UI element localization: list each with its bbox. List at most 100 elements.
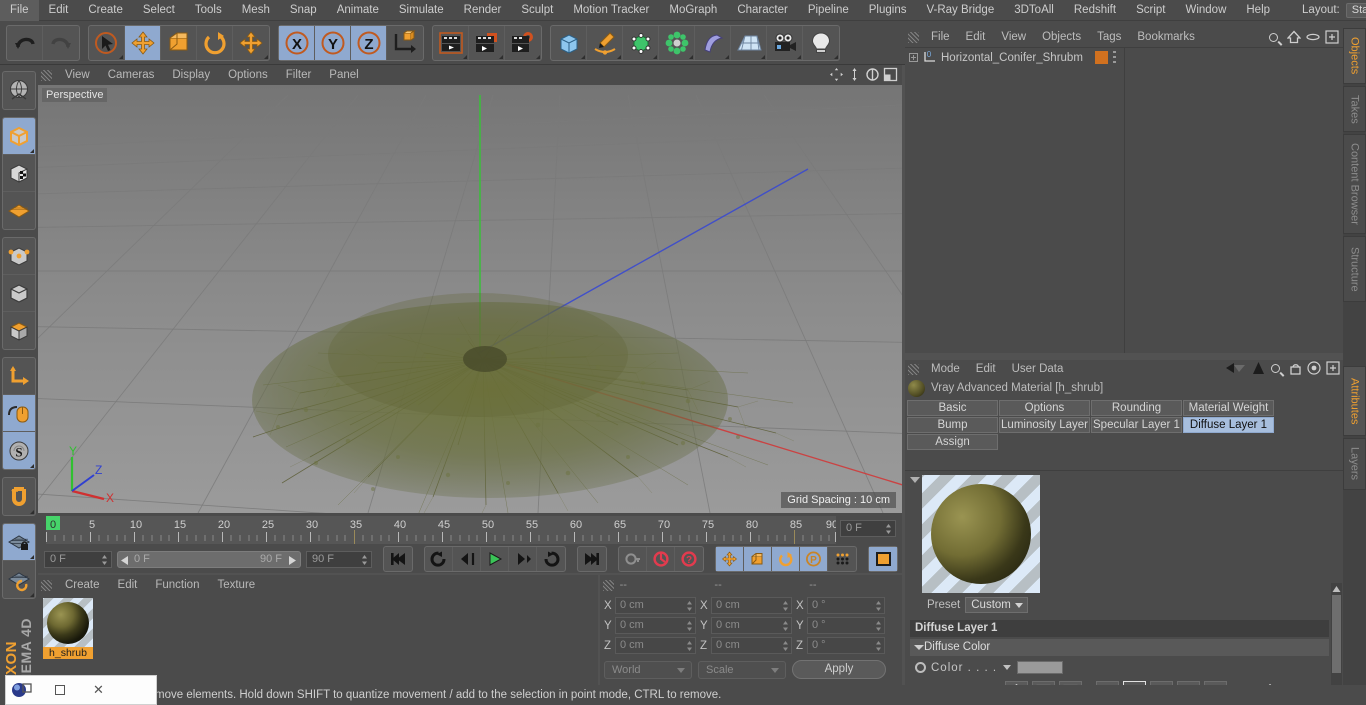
- rotate-tool-button[interactable]: [197, 25, 233, 60]
- color-swatch[interactable]: [1017, 661, 1064, 674]
- viewport-menu-options[interactable]: Options: [219, 65, 277, 85]
- add-light-button[interactable]: [803, 26, 839, 60]
- step-back-button[interactable]: [453, 547, 481, 571]
- tab-rounding[interactable]: Rounding: [1091, 400, 1182, 416]
- coord-size-x-input[interactable]: 0 cm: [711, 597, 792, 614]
- add-icon[interactable]: [1326, 361, 1340, 378]
- pan-icon[interactable]: [829, 67, 844, 82]
- menu-item-simulate[interactable]: Simulate: [389, 0, 454, 21]
- axis-z-lock-button[interactable]: Z: [351, 25, 387, 60]
- viewport-menu-panel[interactable]: Panel: [320, 65, 367, 85]
- tab-options[interactable]: Options: [999, 400, 1090, 416]
- go-to-end-button[interactable]: [578, 547, 606, 571]
- lock-workplane-button[interactable]: [3, 524, 35, 561]
- range-left-arrow-icon[interactable]: [121, 555, 130, 565]
- world-object-coordinate-button[interactable]: [387, 26, 423, 60]
- spinner-icon[interactable]: [782, 640, 789, 652]
- make-editable-button[interactable]: [3, 72, 35, 109]
- menu-item-plugins[interactable]: Plugins: [859, 0, 917, 21]
- frame-range-bar[interactable]: 0 F 90 F: [117, 550, 301, 568]
- viewport-menu-cameras[interactable]: Cameras: [99, 65, 164, 85]
- keyframe-selection-button[interactable]: ?: [675, 547, 703, 571]
- add-deformer-button[interactable]: [695, 25, 731, 60]
- menu-item-window[interactable]: Window: [1175, 0, 1236, 21]
- autokey-button[interactable]: [619, 547, 647, 571]
- menu-item-render[interactable]: Render: [454, 0, 512, 21]
- spinner-icon[interactable]: [875, 600, 882, 612]
- object-menu-view[interactable]: View: [993, 28, 1034, 47]
- add-array-button[interactable]: [659, 25, 695, 60]
- render-to-picture-viewer-button[interactable]: [469, 25, 505, 60]
- viewport-menu-filter[interactable]: Filter: [277, 65, 321, 85]
- spinner-icon[interactable]: [686, 640, 693, 652]
- menu-item-script[interactable]: Script: [1126, 0, 1175, 21]
- collapse-triangle-icon[interactable]: [910, 477, 920, 483]
- viewport-3d-canvas[interactable]: Perspective Y X Z Grid Spacing : 10 cm: [38, 85, 902, 513]
- material-menu-create[interactable]: Create: [56, 575, 109, 595]
- panel-grip-icon[interactable]: [908, 32, 919, 43]
- object-menu-objects[interactable]: Objects: [1034, 28, 1089, 47]
- model-mode-button[interactable]: [3, 118, 35, 155]
- close-button[interactable]: ✕: [79, 675, 118, 705]
- menu-item-pipeline[interactable]: Pipeline: [798, 0, 859, 21]
- axis-modify-button[interactable]: [3, 358, 35, 395]
- spinner-icon[interactable]: [875, 620, 882, 632]
- play-forward-loop-button[interactable]: [537, 547, 565, 571]
- attribute-menu-edit[interactable]: Edit: [968, 360, 1004, 378]
- record-points-button[interactable]: [828, 547, 856, 571]
- move-tool-secondary-button[interactable]: [233, 26, 269, 60]
- viewport-mouse-button[interactable]: [3, 395, 35, 432]
- vtab-content-browser[interactable]: Content Browser: [1343, 134, 1366, 234]
- apply-button[interactable]: Apply: [792, 660, 886, 679]
- undo-button[interactable]: [7, 25, 43, 60]
- timeline-frame-field[interactable]: 0 F: [840, 520, 896, 537]
- menu-item-tools[interactable]: Tools: [185, 0, 232, 21]
- material-menu-edit[interactable]: Edit: [109, 575, 147, 595]
- timeline-window-button[interactable]: [869, 547, 897, 571]
- material-manager-body[interactable]: h_shrub: [38, 595, 598, 685]
- redo-button[interactable]: [43, 26, 79, 60]
- coord-rotation-z-input[interactable]: 0 °: [807, 637, 885, 654]
- menu-item-file[interactable]: File: [0, 0, 39, 21]
- up-arrow-icon[interactable]: [1252, 361, 1265, 378]
- record-rotation-button[interactable]: [772, 547, 800, 571]
- layout-dropdown[interactable]: Startup: [1345, 2, 1366, 18]
- workplane-mode-button[interactable]: [3, 192, 35, 229]
- material-item[interactable]: h_shrub: [43, 598, 93, 659]
- diffuse-color-subsection[interactable]: Diffuse Color: [910, 639, 1329, 656]
- range-max-field[interactable]: 90 F: [306, 550, 372, 568]
- axis-y-lock-button[interactable]: Y: [315, 25, 351, 60]
- menu-item-create[interactable]: Create: [78, 0, 133, 21]
- object-tree-row[interactable]: 0 Horizontal_Conifer_Shrubm: [905, 48, 1343, 67]
- spinner-icon[interactable]: [782, 620, 789, 632]
- move-tool-button[interactable]: [125, 25, 161, 60]
- menu-item-character[interactable]: Character: [727, 0, 798, 21]
- record-scale-button[interactable]: [744, 547, 772, 571]
- spinner-icon[interactable]: [686, 620, 693, 632]
- tab-luminosity-layer[interactable]: Luminosity Layer: [999, 417, 1090, 433]
- target-icon[interactable]: [1307, 361, 1321, 378]
- texture-mode-button[interactable]: [3, 155, 35, 192]
- menu-item-help[interactable]: Help: [1236, 0, 1280, 21]
- play-button[interactable]: [481, 547, 509, 571]
- record-pla-button[interactable]: P: [800, 547, 828, 571]
- object-menu-file[interactable]: File: [923, 28, 958, 47]
- spinner-icon[interactable]: [686, 600, 693, 612]
- play-reverse-loop-button[interactable]: [425, 547, 453, 571]
- add-floor-button[interactable]: [731, 25, 767, 60]
- expand-toggle-icon[interactable]: [909, 53, 918, 62]
- add-cube-button[interactable]: [551, 25, 587, 60]
- spinner-icon[interactable]: [101, 554, 108, 566]
- step-forward-button[interactable]: [509, 547, 537, 571]
- material-tag-icon[interactable]: [1095, 51, 1108, 64]
- material-preview-box[interactable]: [922, 475, 1040, 593]
- menu-item-mesh[interactable]: Mesh: [232, 0, 280, 21]
- record-position-button[interactable]: [716, 547, 744, 571]
- preset-dropdown[interactable]: Custom: [965, 597, 1028, 613]
- vtab-structure[interactable]: Structure: [1343, 236, 1366, 302]
- menu-item-mograph[interactable]: MoGraph: [659, 0, 727, 21]
- floating-mini-window[interactable]: ✕: [5, 675, 157, 705]
- tab-assign[interactable]: Assign: [907, 434, 998, 450]
- color-radio-button[interactable]: [915, 662, 926, 673]
- panel-grip-icon[interactable]: [41, 579, 52, 591]
